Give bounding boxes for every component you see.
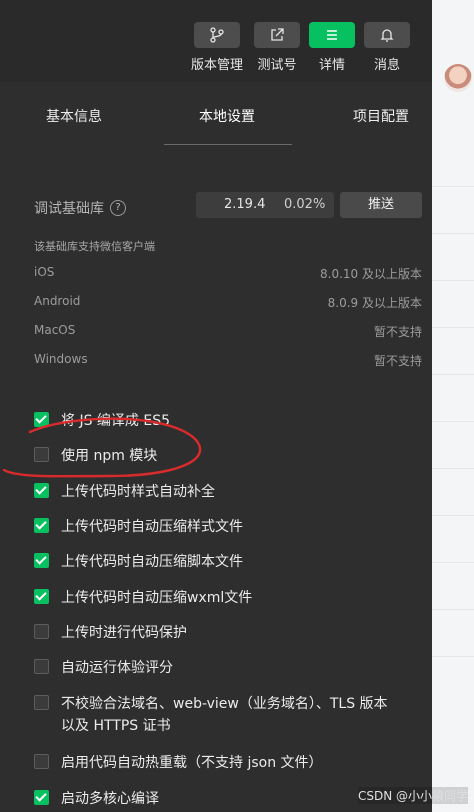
option-label: 上传代码时自动压缩脚本文件 (61, 554, 243, 570)
test-account-button[interactable]: 测试号 (249, 22, 305, 73)
checkbox-checked[interactable] (34, 589, 49, 604)
external-link-icon (254, 22, 300, 48)
option-label: 上传代码时自动压缩样式文件 (61, 519, 243, 535)
support-row-android: Android 8.0.9 及以上版本 (34, 294, 422, 314)
support-row-macos: MacOS 暂不支持 (34, 323, 422, 343)
option-auto-audit[interactable]: 自动运行体验评分 (34, 657, 424, 679)
bell-icon (364, 22, 410, 48)
platform-version: 8.0.10 及以上版本 (320, 267, 422, 281)
platform-name: Windows (34, 352, 88, 366)
avatar (444, 64, 472, 92)
base-library-version: 2.19.4 (224, 197, 266, 212)
option-label: 上传时进行代码保护 (61, 625, 187, 641)
option-label: 不校验合法域名、web-view（业务域名）、TLS 版本以及 HTTPS 证书 (61, 696, 388, 734)
option-label: 上传代码时样式自动补全 (61, 484, 215, 500)
messages-button[interactable]: 消息 (359, 22, 415, 73)
messages-label: 消息 (373, 58, 400, 73)
option-use-npm[interactable]: 使用 npm 模块 (34, 445, 424, 467)
option-style-autocomplete[interactable]: 上传代码时样式自动补全 (34, 481, 424, 503)
test-account-label: 测试号 (257, 58, 297, 73)
help-icon[interactable]: ? (110, 200, 126, 216)
toolbar: 版本管理 测试号 详情 消息 (0, 0, 432, 82)
option-label: 将 JS 编译成 ES5 (61, 413, 171, 429)
menu-icon (309, 22, 355, 48)
option-label: 使用 npm 模块 (61, 448, 158, 464)
checkbox-unchecked[interactable] (34, 754, 49, 769)
base-library-select[interactable]: 2.19.4 0.02% (196, 192, 334, 218)
background-list (432, 140, 474, 660)
push-button[interactable]: 推送 (340, 192, 422, 218)
version-management-button[interactable]: 版本管理 (189, 22, 245, 73)
option-code-protection[interactable]: 上传时进行代码保护 (34, 622, 424, 644)
tab-local-settings[interactable]: 本地设置 (199, 106, 255, 126)
support-note: 该基础库支持微信客户端 (34, 240, 155, 253)
option-label: 上传代码时自动压缩wxml文件 (61, 590, 253, 606)
details-panel: 基本信息 本地设置 项目配置 调试基础库 ? 2.19.4 0.02% 推送 该… (0, 82, 432, 812)
version-management-label: 版本管理 (190, 58, 243, 73)
support-row-ios: iOS 8.0.10 及以上版本 (34, 265, 422, 285)
option-minify-script[interactable]: 上传代码时自动压缩脚本文件 (34, 551, 424, 573)
base-library-text: 调试基础库 (34, 201, 104, 217)
tab-basic-info[interactable]: 基本信息 (46, 106, 102, 126)
checkbox-unchecked[interactable] (34, 624, 49, 639)
option-minify-wxml[interactable]: 上传代码时自动压缩wxml文件 (34, 587, 424, 609)
tab-project-config[interactable]: 项目配置 (353, 106, 409, 126)
checkbox-checked[interactable] (34, 790, 49, 805)
support-row-windows: Windows 暂不支持 (34, 352, 422, 372)
checkbox-checked[interactable] (34, 518, 49, 533)
checkbox-checked[interactable] (34, 412, 49, 427)
option-label: 启用代码自动热重载（不支持 json 文件） (61, 755, 323, 771)
option-skip-domain-check[interactable]: 不校验合法域名、web-view（业务域名）、TLS 版本以及 HTTPS 证书 (34, 693, 424, 737)
checkbox-unchecked[interactable] (34, 659, 49, 674)
checkbox-unchecked[interactable] (34, 447, 49, 462)
active-tab-indicator (164, 144, 292, 145)
option-hot-reload[interactable]: 启用代码自动热重载（不支持 json 文件） (34, 752, 424, 774)
option-minify-style[interactable]: 上传代码时自动压缩样式文件 (34, 516, 424, 538)
details-label: 详情 (318, 58, 345, 73)
platform-version: 暂不支持 (373, 325, 422, 339)
checkbox-checked[interactable] (34, 553, 49, 568)
platform-version: 暂不支持 (373, 354, 422, 368)
option-label: 启动多核心编译 (61, 791, 159, 807)
option-compile-es5[interactable]: 将 JS 编译成 ES5 (34, 410, 424, 432)
platform-name: MacOS (34, 323, 76, 337)
option-label: 自动运行体验评分 (61, 660, 173, 676)
checkbox-checked[interactable] (34, 483, 49, 498)
branch-icon (194, 22, 240, 48)
base-library-percent: 0.02% (284, 197, 326, 212)
platform-name: Android (34, 294, 81, 308)
tab-bar: 基本信息 本地设置 项目配置 (0, 82, 432, 145)
base-library-label: 调试基础库 ? (34, 198, 126, 218)
background-page (432, 0, 474, 812)
platform-name: iOS (34, 265, 55, 279)
watermark: CSDN @小小猿同学 (357, 787, 468, 804)
checkbox-unchecked[interactable] (34, 695, 49, 710)
details-button[interactable]: 详情 (304, 22, 360, 73)
platform-version: 8.0.9 及以上版本 (327, 296, 422, 310)
